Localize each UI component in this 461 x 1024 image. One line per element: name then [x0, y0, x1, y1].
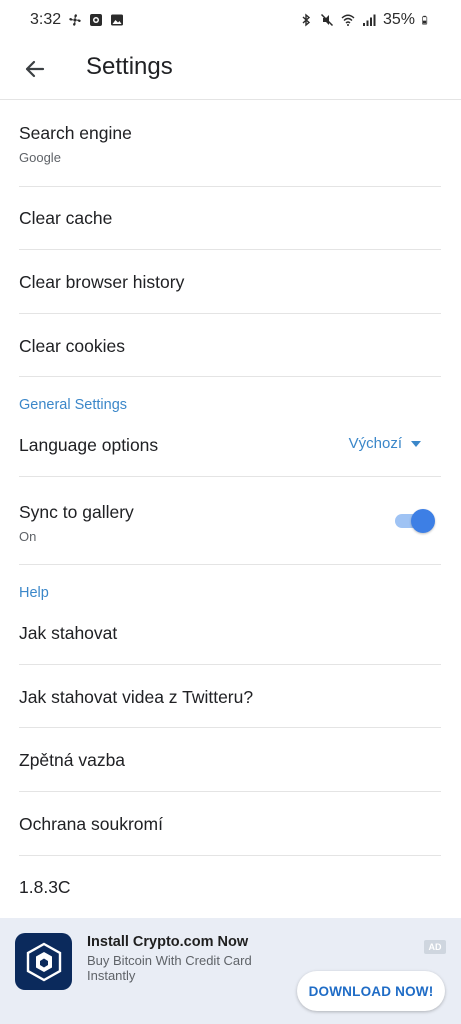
- divider: [19, 727, 441, 728]
- page-title: Settings: [86, 53, 173, 80]
- clear-cache-item[interactable]: Clear cache: [19, 208, 441, 229]
- version-item: 1.8.3C: [19, 877, 441, 898]
- language-dropdown[interactable]: Výchozí: [349, 435, 421, 452]
- fan-icon: [69, 14, 81, 26]
- help-item-twitter-videos[interactable]: Jak stahovat videa z Twitteru?: [19, 687, 441, 708]
- divider: [19, 564, 441, 565]
- divider: [19, 855, 441, 856]
- divider: [19, 664, 441, 665]
- help-item-label: Jak stahovat: [19, 623, 118, 643]
- help-item-feedback[interactable]: Zpětná vazba: [19, 750, 441, 771]
- help-header: Help: [19, 585, 49, 601]
- ad-title: Install Crypto.com Now: [87, 934, 249, 950]
- language-options-item[interactable]: Language options Výchozí: [19, 435, 441, 459]
- bluetooth-icon: [302, 13, 311, 27]
- status-bar-right: 35%: [299, 11, 431, 29]
- language-value: Výchozí: [348, 435, 402, 452]
- clear-cookies-label: Clear cookies: [19, 336, 126, 356]
- help-item-label: Zpětná vazba: [19, 750, 126, 770]
- search-engine-item[interactable]: Search engine Google: [19, 123, 441, 165]
- status-bar: 3:32 35%: [0, 0, 461, 40]
- download-now-button[interactable]: DOWNLOAD NOW!: [297, 971, 445, 1011]
- wifi-icon: [341, 14, 355, 26]
- sync-gallery-label: Sync to gallery: [19, 502, 134, 522]
- search-engine-value: Google: [19, 150, 61, 165]
- help-item-label: Jak stahovat videa z Twitteru?: [19, 687, 254, 707]
- ad-badge: AD: [424, 940, 446, 954]
- crypto-logo-icon: [15, 933, 72, 990]
- ad-description: Buy Bitcoin With Credit Card Instantly: [87, 953, 252, 983]
- status-time: 3:32: [30, 11, 62, 28]
- clear-cookies-item[interactable]: Clear cookies: [19, 336, 441, 357]
- divider: [19, 476, 441, 477]
- app-bar: Settings: [0, 40, 461, 100]
- toggle-knob: [411, 509, 435, 533]
- general-settings-header: General Settings: [19, 397, 128, 413]
- signal-icon: [362, 14, 376, 26]
- clear-history-label: Clear browser history: [19, 272, 185, 292]
- divider: [19, 313, 441, 314]
- mute-icon: [320, 13, 333, 27]
- back-button[interactable]: [20, 54, 50, 84]
- help-item-label: Ochrana soukromí: [19, 814, 163, 834]
- gallery-icon: [111, 14, 124, 26]
- battery-icon: [422, 15, 428, 25]
- arrow-left-icon: [25, 60, 45, 78]
- version-label: 1.8.3C: [19, 877, 71, 897]
- help-item-privacy[interactable]: Ochrana soukromí: [19, 814, 441, 835]
- status-bar-left: 3:32: [30, 11, 124, 29]
- battery-percent: 35%: [382, 11, 415, 28]
- divider: [19, 376, 441, 377]
- ad-banner[interactable]: Install Crypto.com Now Buy Bitcoin With …: [0, 918, 461, 1024]
- clear-history-item[interactable]: Clear browser history: [19, 272, 441, 293]
- sync-gallery-state: On: [19, 529, 37, 544]
- divider: [19, 186, 441, 187]
- divider: [19, 249, 441, 250]
- camera-app-icon: [90, 14, 103, 26]
- clear-cache-label: Clear cache: [19, 208, 113, 228]
- divider: [19, 791, 441, 792]
- sync-gallery-item[interactable]: Sync to gallery On: [19, 502, 441, 544]
- sync-gallery-toggle[interactable]: [395, 507, 437, 535]
- search-engine-label: Search engine: [19, 123, 132, 143]
- dropdown-caret-icon: [411, 440, 421, 447]
- help-item-how-to-download[interactable]: Jak stahovat: [19, 623, 441, 644]
